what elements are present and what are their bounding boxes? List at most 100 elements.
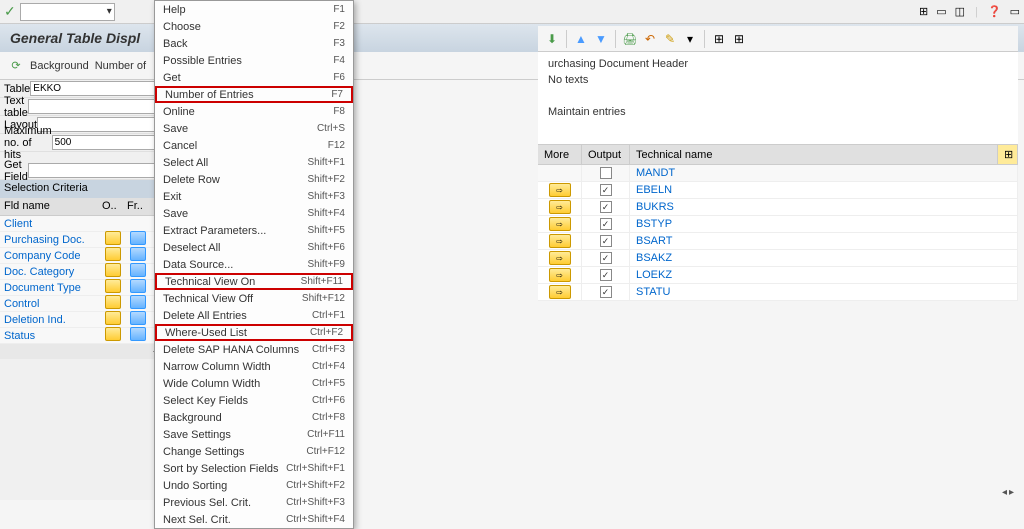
menu-item[interactable]: ChooseF2 xyxy=(155,18,353,35)
sort-asc-icon[interactable]: ▲ xyxy=(573,31,589,47)
menu-item[interactable]: CancelF12 xyxy=(155,137,353,154)
texttable-input[interactable] xyxy=(28,99,166,114)
output-checkbox[interactable]: ✓ xyxy=(600,201,612,213)
table-input[interactable] xyxy=(30,81,168,96)
option-icon[interactable] xyxy=(105,311,121,325)
output-checkbox[interactable]: ✓ xyxy=(600,235,612,247)
more-button[interactable]: ⇨ xyxy=(549,200,571,214)
refresh-icon[interactable]: ⟳ xyxy=(8,58,24,74)
col-config-icon[interactable]: ⊞ xyxy=(998,145,1018,164)
from-icon[interactable] xyxy=(130,263,146,277)
window-layout-icon[interactable]: ⊞ xyxy=(919,5,928,18)
criteria-row[interactable]: Status xyxy=(0,328,169,344)
table-row[interactable]: MANDT xyxy=(538,165,1018,182)
more-button[interactable]: ⇨ xyxy=(549,217,571,231)
menu-item[interactable]: Change SettingsCtrl+F12 xyxy=(155,443,353,460)
output-checkbox[interactable]: ✓ xyxy=(600,269,612,281)
output-checkbox[interactable]: ✓ xyxy=(600,252,612,264)
criteria-row[interactable]: Company Code xyxy=(0,248,169,264)
more-button[interactable]: ⇨ xyxy=(549,183,571,197)
menu-item[interactable]: Delete RowShift+F2 xyxy=(155,171,353,188)
from-icon[interactable] xyxy=(130,247,146,261)
menu-item[interactable]: Technical View OnShift+F11 xyxy=(155,273,353,290)
criteria-row[interactable]: Document Type xyxy=(0,280,169,296)
option-icon[interactable] xyxy=(105,231,121,245)
menu-item[interactable]: Extract Parameters...Shift+F5 xyxy=(155,222,353,239)
table-row[interactable]: ⇨✓BSAKZ xyxy=(538,250,1018,267)
option-icon[interactable] xyxy=(105,247,121,261)
criteria-row[interactable]: Deletion Ind. xyxy=(0,312,169,328)
more-button[interactable]: ⇨ xyxy=(549,234,571,248)
output-checkbox[interactable]: ✓ xyxy=(600,286,612,298)
menu-item[interactable]: OnlineF8 xyxy=(155,103,353,120)
columns-icon[interactable]: ⊞ xyxy=(731,31,747,47)
criteria-scroll[interactable]: ◂▸ xyxy=(0,344,169,359)
option-icon[interactable] xyxy=(105,263,121,277)
table-row[interactable]: ⇨✓STATU xyxy=(538,284,1018,301)
more-button[interactable]: ⇨ xyxy=(549,285,571,299)
from-icon[interactable] xyxy=(130,311,146,325)
dropdown-icon[interactable]: ▾ xyxy=(682,31,698,47)
menu-item[interactable]: Possible EntriesF4 xyxy=(155,52,353,69)
menu-item[interactable]: ExitShift+F3 xyxy=(155,188,353,205)
menu-item[interactable]: Where-Used ListCtrl+F2 xyxy=(155,324,353,341)
check-icon[interactable]: ✓ xyxy=(4,3,16,20)
menu-item[interactable]: HelpF1 xyxy=(155,1,353,18)
criteria-row[interactable]: Control xyxy=(0,296,169,312)
col-output[interactable]: Output xyxy=(582,145,630,164)
menu-item[interactable]: Next Sel. Crit.Ctrl+Shift+F4 xyxy=(155,511,353,528)
bottom-scroll[interactable]: ◂▸ xyxy=(1000,485,1016,500)
output-checkbox[interactable]: ✓ xyxy=(600,218,612,230)
settings-icon[interactable]: ▭ xyxy=(1010,5,1020,18)
menu-item[interactable]: Undo SortingCtrl+Shift+F2 xyxy=(155,477,353,494)
output-checkbox[interactable] xyxy=(600,167,612,179)
menu-item[interactable]: Wide Column WidthCtrl+F5 xyxy=(155,375,353,392)
menu-item[interactable]: Technical View OffShift+F12 xyxy=(155,290,353,307)
menu-item[interactable]: SaveCtrl+S xyxy=(155,120,353,137)
table-icon[interactable]: ⊞ xyxy=(711,31,727,47)
table-row[interactable]: ⇨✓LOEKZ xyxy=(538,267,1018,284)
print-icon[interactable]: 🖨 xyxy=(622,31,638,47)
from-icon[interactable] xyxy=(130,327,146,341)
option-icon[interactable] xyxy=(105,279,121,293)
menu-item[interactable]: Sort by Selection FieldsCtrl+Shift+F1 xyxy=(155,460,353,477)
menu-item[interactable]: GetF6 xyxy=(155,69,353,86)
criteria-row[interactable]: Doc. Category xyxy=(0,264,169,280)
undo-icon[interactable]: ↶ xyxy=(642,31,658,47)
from-icon[interactable] xyxy=(130,231,146,245)
sort-desc-icon[interactable]: ▼ xyxy=(593,31,609,47)
col-tech[interactable]: Technical name xyxy=(630,145,998,164)
menu-item[interactable]: SaveShift+F4 xyxy=(155,205,353,222)
option-icon[interactable] xyxy=(105,295,121,309)
table-row[interactable]: ⇨✓BSTYP xyxy=(538,216,1018,233)
menu-item[interactable]: Number of EntriesF7 xyxy=(155,86,353,103)
table-row[interactable]: ⇨✓BSART xyxy=(538,233,1018,250)
transaction-dropdown[interactable] xyxy=(20,3,115,21)
menu-item[interactable]: Select Key FieldsCtrl+F6 xyxy=(155,392,353,409)
menu-item[interactable]: Save SettingsCtrl+F11 xyxy=(155,426,353,443)
menu-item[interactable]: Deselect AllShift+F6 xyxy=(155,239,353,256)
background-button[interactable]: Background xyxy=(30,60,89,72)
col-more[interactable]: More xyxy=(538,145,582,164)
menu-item[interactable]: Narrow Column WidthCtrl+F4 xyxy=(155,358,353,375)
menu-item[interactable]: Select AllShift+F1 xyxy=(155,154,353,171)
criteria-row[interactable]: Purchasing Doc. xyxy=(0,232,169,248)
window-icon[interactable]: ▭ xyxy=(936,5,946,18)
number-of-entries-button[interactable]: Number of xyxy=(95,60,146,72)
more-button[interactable]: ⇨ xyxy=(549,268,571,282)
more-button[interactable]: ⇨ xyxy=(549,251,571,265)
menu-item[interactable]: Data Source...Shift+F9 xyxy=(155,256,353,273)
criteria-row[interactable]: Client xyxy=(0,216,169,232)
table-row[interactable]: ⇨✓EBELN xyxy=(538,182,1018,199)
menu-item[interactable]: BackgroundCtrl+F8 xyxy=(155,409,353,426)
table-row[interactable]: ⇨✓BUKRS xyxy=(538,199,1018,216)
option-icon[interactable] xyxy=(105,327,121,341)
menu-item[interactable]: BackF3 xyxy=(155,35,353,52)
menu-item[interactable]: Delete All EntriesCtrl+F1 xyxy=(155,307,353,324)
from-icon[interactable] xyxy=(130,279,146,293)
menu-item[interactable]: Delete SAP HANA ColumnsCtrl+F3 xyxy=(155,341,353,358)
help-icon[interactable]: ❓ xyxy=(988,5,1002,18)
from-icon[interactable] xyxy=(130,295,146,309)
pencil-icon[interactable]: ✎ xyxy=(662,31,678,47)
output-checkbox[interactable]: ✓ xyxy=(600,184,612,196)
